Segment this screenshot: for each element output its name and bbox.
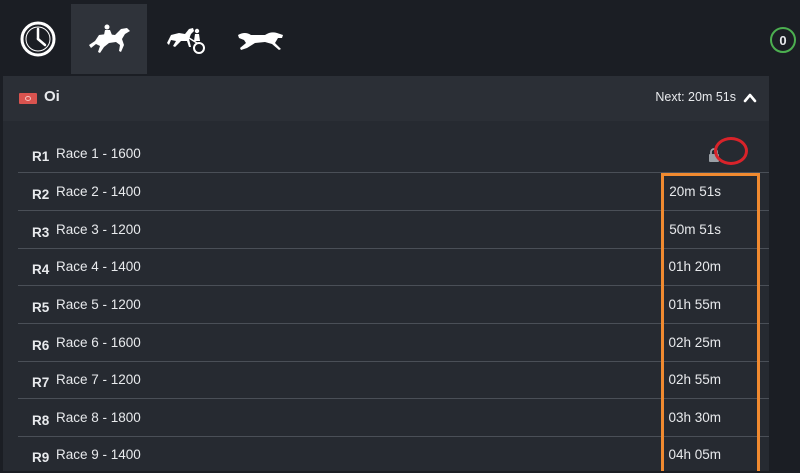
race-countdown: 04h 05m [668,447,721,462]
clock-icon [20,21,56,57]
greyhound-racing-icon [238,32,283,50]
race-name: Race 2 - 1400 [56,184,141,199]
badge-count: 0 [779,32,787,48]
race-name: Race 6 - 1600 [56,335,141,350]
race-number: R7 [32,375,50,390]
tab-horse-racing[interactable] [71,4,147,74]
horse-racing-icon [89,24,130,53]
race-name: Race 7 - 1200 [56,372,141,387]
next-race-countdown: Next: 20m 51s [655,90,736,104]
tab-greyhound-racing[interactable] [223,4,299,74]
race-countdown: 20m 51s [669,184,721,199]
race-row[interactable]: R3 Race 3 - 1200 50m 51s [18,211,769,249]
race-number: R5 [32,300,50,315]
race-row[interactable]: R2 Race 2 - 1400 20m 51s [18,173,769,211]
race-number: R4 [32,262,50,277]
race-name: Race 5 - 1200 [56,297,141,312]
race-row[interactable]: R9 Race 9 - 1400 04h 05m [18,436,769,473]
race-number: R6 [32,338,50,353]
race-name: Race 1 - 1600 [56,146,141,161]
race-name: Race 3 - 1200 [56,222,141,237]
race-row[interactable]: R6 Race 6 - 1600 02h 25m [18,324,769,362]
race-row[interactable]: R1 Race 1 - 1600 [18,135,769,173]
betslip-count-badge[interactable]: 0 [770,27,796,53]
race-countdown: 01h 55m [668,297,721,312]
tab-next-to-go[interactable] [0,4,76,74]
race-row[interactable]: R5 Race 5 - 1200 01h 55m [18,286,769,324]
race-countdown: 50m 51s [669,222,721,237]
lock-icon [709,148,719,162]
meeting-name: Oi [44,88,60,105]
harness-racing-icon [167,28,205,54]
sport-nav-bar: 0 [0,0,800,76]
meeting-panel: Oi Next: 20m 51s R1 Race 1 - 1600 R2 Rac… [3,76,769,471]
race-row[interactable]: R8 Race 8 - 1800 03h 30m [18,399,769,437]
chevron-up-icon[interactable] [743,91,757,105]
race-row[interactable]: R4 Race 4 - 1400 01h 20m [18,248,769,286]
race-number: R1 [32,149,50,164]
race-number: R3 [32,225,50,240]
race-countdown: 01h 20m [668,259,721,274]
country-flag-icon [19,93,37,104]
race-name: Race 4 - 1400 [56,259,141,274]
race-countdown: 02h 25m [668,335,721,350]
race-name: Race 9 - 1400 [56,447,141,462]
tab-harness-racing[interactable] [147,4,223,74]
race-number: R2 [32,187,50,202]
meeting-header[interactable]: Oi Next: 20m 51s [3,76,769,121]
race-countdown: 02h 55m [668,372,721,387]
race-number: R9 [32,450,50,465]
race-countdown: 03h 30m [668,410,721,425]
race-number: R8 [32,413,50,428]
race-name: Race 8 - 1800 [56,410,141,425]
race-row[interactable]: R7 Race 7 - 1200 02h 55m [18,361,769,399]
